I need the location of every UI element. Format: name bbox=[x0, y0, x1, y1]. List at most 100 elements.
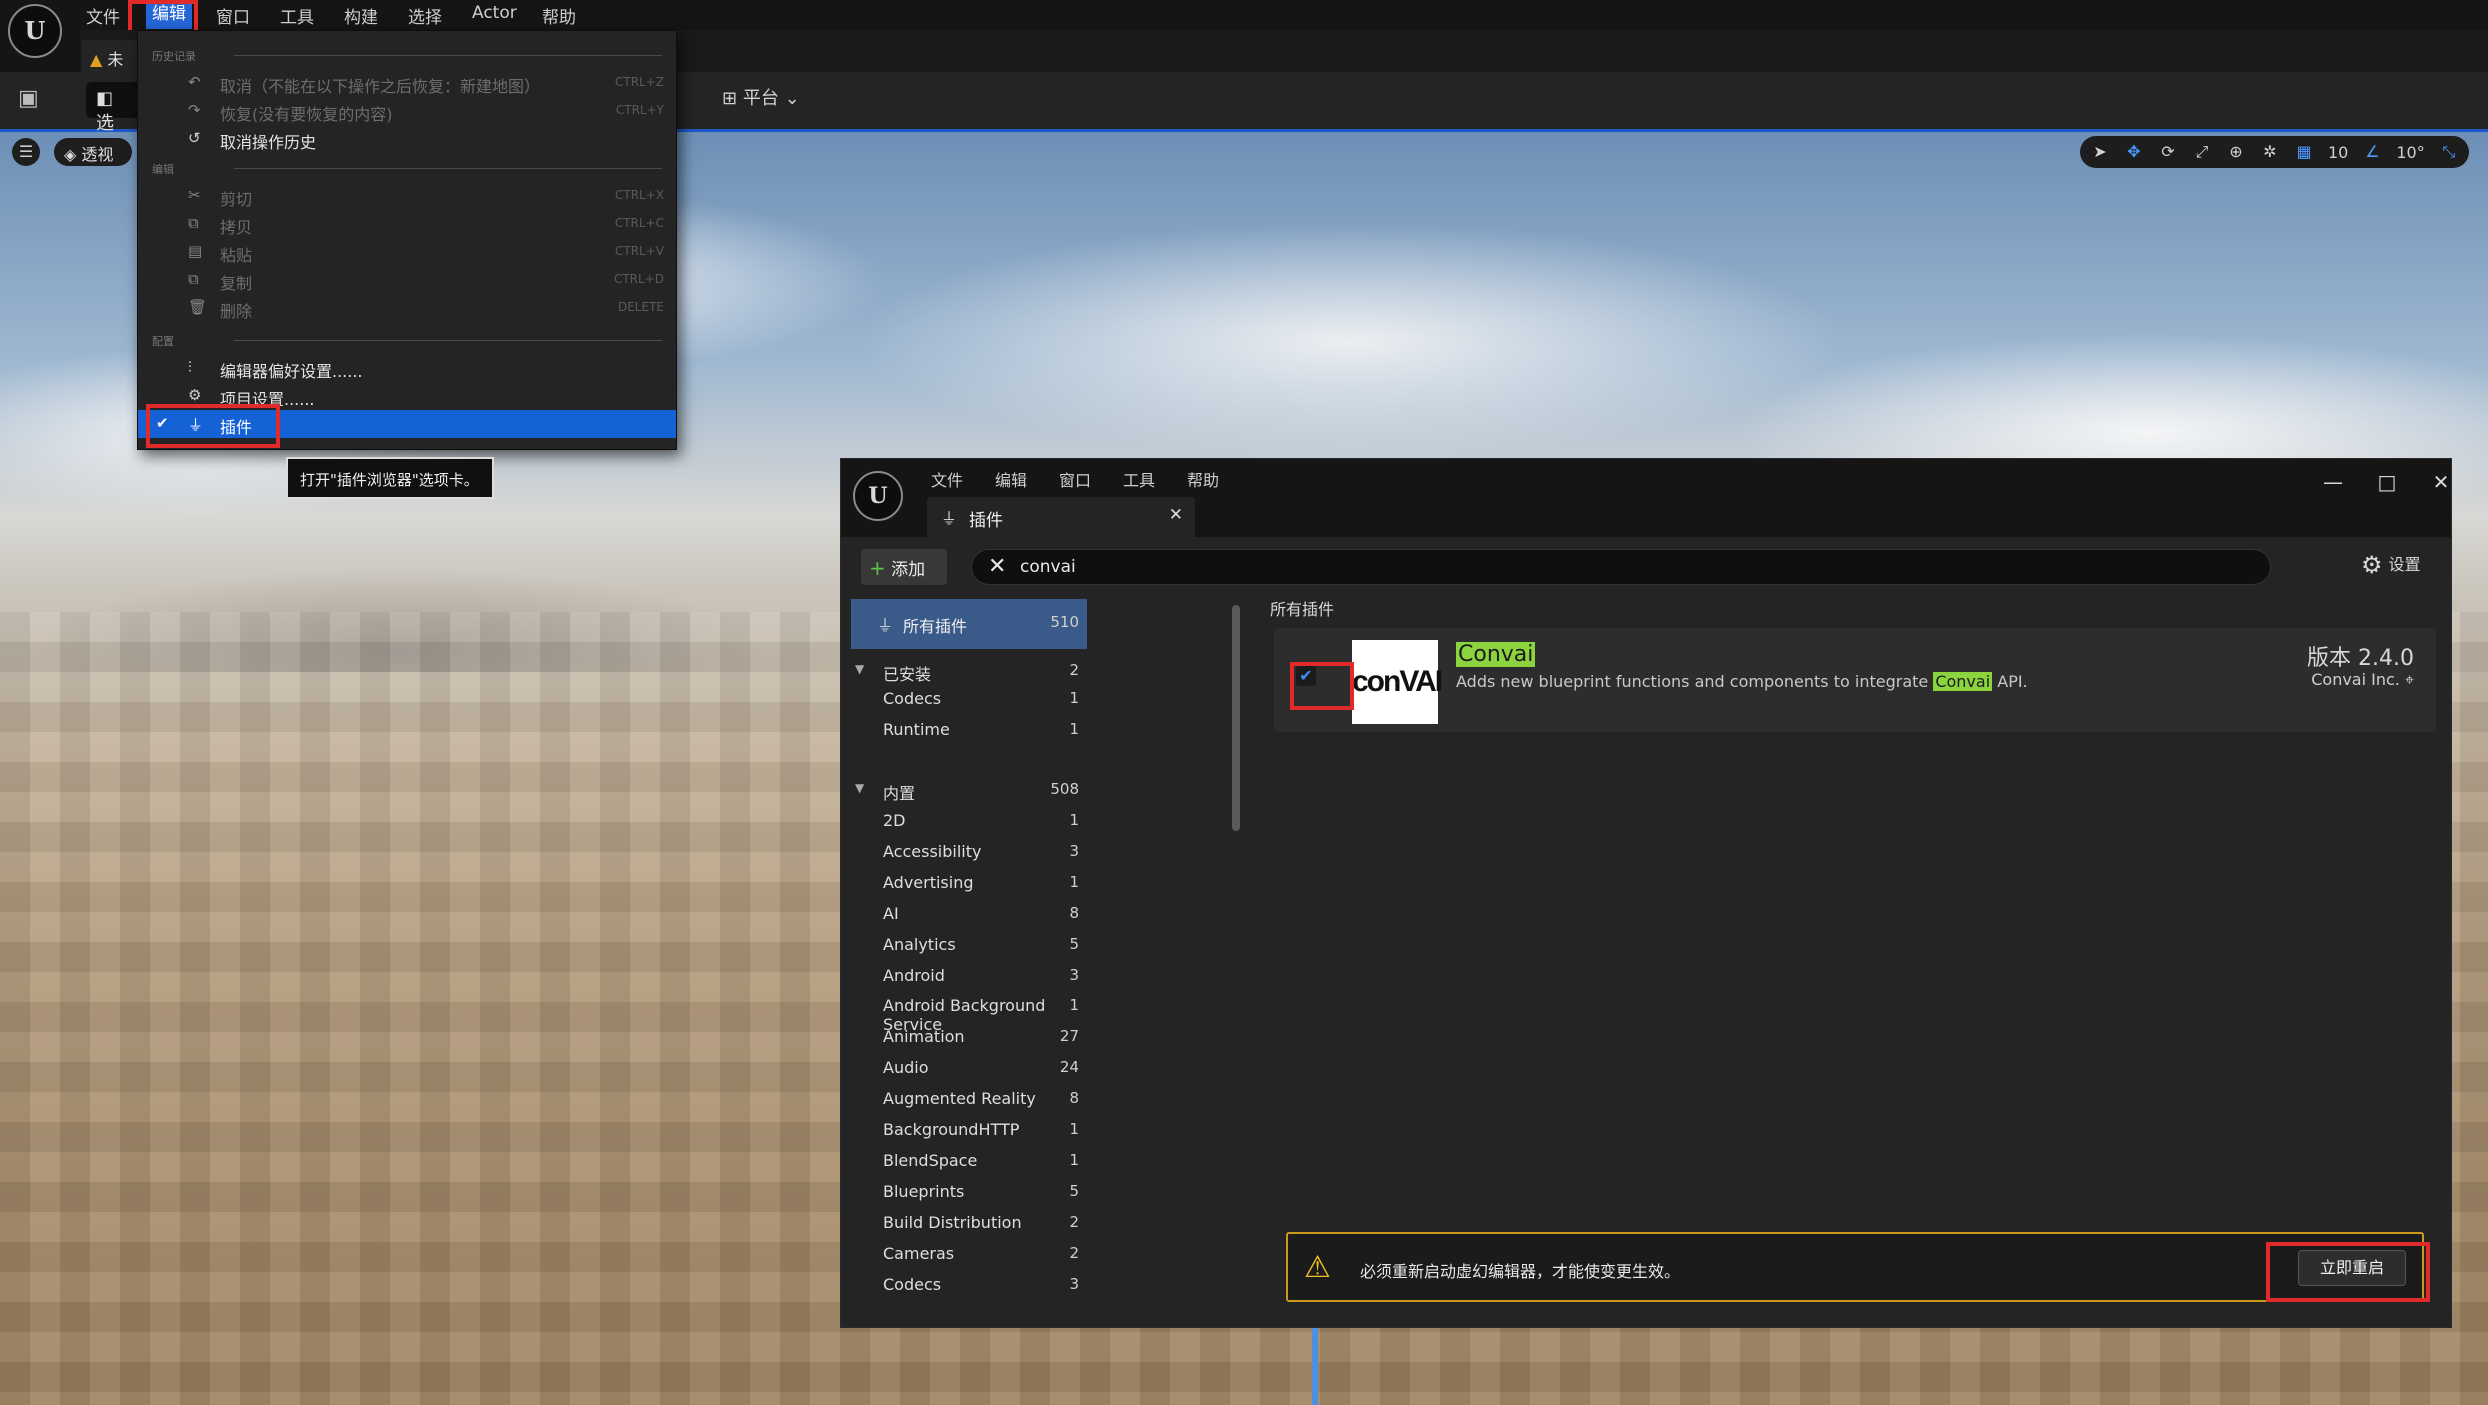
menu-item-editor-preferences[interactable]: ⫶ 编辑器偏好设置...... bbox=[138, 354, 676, 382]
subcategory-label: Android bbox=[883, 965, 945, 985]
menu-tools[interactable]: 工具 bbox=[280, 3, 314, 28]
subcategory-item[interactable]: Animation 27 bbox=[851, 1021, 1087, 1051]
minimize-icon[interactable]: — bbox=[2313, 465, 2353, 499]
subcategory-label: Codecs bbox=[883, 1274, 942, 1294]
pw-menu-help[interactable]: 帮助 bbox=[1187, 467, 1219, 491]
collapse-triangle-icon[interactable]: ▼ bbox=[855, 662, 864, 676]
subcategory-item[interactable]: Runtime 1 bbox=[851, 714, 1087, 744]
divider bbox=[234, 168, 662, 169]
hamburger-menu-icon[interactable]: ☰ bbox=[12, 138, 40, 166]
menu-item-delete[interactable]: 🗑 删除 DELETE bbox=[138, 294, 676, 322]
unreal-logo-icon[interactable]: U bbox=[8, 4, 62, 58]
save-icon[interactable]: ▣ bbox=[18, 86, 46, 114]
plugin-search-input[interactable] bbox=[1020, 554, 2220, 580]
subcategory-label: Advertising bbox=[883, 872, 974, 892]
category-all-plugins[interactable]: ⏚ 所有插件 510 bbox=[851, 599, 1087, 649]
subcategory-item[interactable]: Advertising 1 bbox=[851, 867, 1087, 897]
scale-snap-icon[interactable]: ⤡ bbox=[2439, 142, 2459, 162]
subcategory-item[interactable]: Augmented Reality 8 bbox=[851, 1083, 1087, 1113]
subcategory-item[interactable]: Cameras 2 bbox=[851, 1238, 1087, 1268]
scale-icon[interactable]: ⤢ bbox=[2192, 142, 2212, 162]
subcategory-item[interactable]: BlendSpace 1 bbox=[851, 1145, 1087, 1175]
angle-snap-icon[interactable]: ∠ bbox=[2362, 142, 2382, 162]
category-label: 内置 bbox=[883, 784, 916, 803]
undo-label: 取消（不能在以下操作之后恢复：新建地图） bbox=[220, 77, 541, 96]
link-icon: ⌖ bbox=[2404, 670, 2414, 689]
subcategory-item[interactable]: Audio 24 bbox=[851, 1052, 1087, 1082]
subcategory-count: 27 bbox=[1059, 1027, 1079, 1046]
collapse-triangle-icon[interactable]: ▼ bbox=[855, 781, 864, 795]
menu-item-undo[interactable]: ↶ 取消（不能在以下操作之后恢复：新建地图） CTRL+Z bbox=[138, 69, 676, 97]
subcategory-item[interactable]: Blueprints 5 bbox=[851, 1176, 1087, 1206]
viewport-transform-tools: ➤ ✥ ⟳ ⤢ ⊕ ✲ ▦ 10 ∠ 10° ⤡ bbox=[2080, 136, 2469, 168]
plugin-vendor[interactable]: Convai Inc. ⌖ bbox=[2311, 670, 2414, 690]
pw-menu-file[interactable]: 文件 bbox=[931, 467, 963, 491]
select-arrow-icon[interactable]: ➤ bbox=[2090, 142, 2110, 162]
menu-build[interactable]: 构建 bbox=[344, 3, 378, 28]
sliders-icon: ⫶ bbox=[188, 358, 192, 376]
subcategory-item[interactable]: Android 3 bbox=[851, 960, 1087, 990]
edit-dropdown-menu: 历史记录 ↶ 取消（不能在以下操作之后恢复：新建地图） CTRL+Z ↷ 恢复(… bbox=[137, 30, 677, 450]
settings-button[interactable]: ⚙ 设置 bbox=[2361, 551, 2421, 579]
subcategory-item[interactable]: Codecs 1 bbox=[851, 683, 1087, 713]
plugin-search-box[interactable]: ✕ bbox=[971, 549, 2271, 585]
desc-text-end: API. bbox=[1992, 672, 2028, 691]
subcategory-item[interactable]: Codecs 3 bbox=[851, 1269, 1087, 1299]
grid-snap-value[interactable]: 10 bbox=[2328, 143, 2348, 162]
rotate-icon[interactable]: ⟳ bbox=[2158, 142, 2178, 162]
subcategory-item[interactable]: Android Background Service 1 bbox=[851, 990, 1087, 1034]
pw-menu-edit[interactable]: 编辑 bbox=[995, 467, 1027, 491]
pw-menu-tools[interactable]: 工具 bbox=[1123, 467, 1155, 491]
mode-label: 选 bbox=[96, 113, 114, 134]
menu-item-undo-history[interactable]: ↺ 取消操作历史 bbox=[138, 125, 676, 153]
copy-icon: ⧉ bbox=[188, 214, 199, 232]
menu-item-cut[interactable]: ✂ 剪切 CTRL+X bbox=[138, 182, 676, 210]
platform-button[interactable]: ⊞ 平台 ⌄ bbox=[722, 84, 800, 116]
delete-label: 删除 bbox=[220, 302, 253, 321]
close-icon[interactable]: ✕ bbox=[2421, 465, 2461, 499]
category-count: 510 bbox=[1050, 613, 1079, 631]
subcategory-label: Blueprints bbox=[883, 1181, 965, 1201]
subcategory-item[interactable]: BackgroundHTTP 1 bbox=[851, 1114, 1087, 1144]
subcategory-count: 1 bbox=[1069, 811, 1079, 829]
category-count: 2 bbox=[1069, 661, 1079, 679]
subcategory-item[interactable]: Build Distribution 2 bbox=[851, 1207, 1087, 1237]
menu-item-copy[interactable]: ⧉ 拷贝 CTRL+C bbox=[138, 210, 676, 238]
trash-icon: 🗑 bbox=[188, 298, 208, 316]
perspective-button[interactable]: ◈ 透视 bbox=[54, 138, 132, 166]
menu-actor[interactable]: Actor bbox=[472, 3, 517, 23]
transform-gizmo-axis[interactable] bbox=[1312, 1322, 1318, 1405]
menu-item-redo[interactable]: ↷ 恢复(没有要恢复的内容) CTRL+Y bbox=[138, 97, 676, 125]
category-builtin[interactable]: ▼ 内置 508 bbox=[851, 774, 1087, 804]
grid-snap-icon[interactable]: ▦ bbox=[2294, 142, 2314, 162]
delete-shortcut: DELETE bbox=[617, 300, 664, 314]
menu-file[interactable]: 文件 bbox=[86, 3, 120, 28]
add-plugin-button[interactable]: + 添加 bbox=[861, 549, 947, 585]
category-scrollbar[interactable] bbox=[1232, 605, 1240, 831]
maximize-icon[interactable]: □ bbox=[2367, 465, 2407, 499]
menu-item-paste[interactable]: ▤ 粘贴 CTRL+V bbox=[138, 238, 676, 266]
pw-menu-window[interactable]: 窗口 bbox=[1059, 467, 1091, 491]
world-space-icon[interactable]: ⊕ bbox=[2226, 142, 2246, 162]
menu-window[interactable]: 窗口 bbox=[216, 3, 250, 28]
angle-snap-value[interactable]: 10° bbox=[2396, 143, 2424, 162]
surface-snap-icon[interactable]: ✲ bbox=[2260, 142, 2280, 162]
menu-item-duplicate[interactable]: ⧉ 复制 CTRL+D bbox=[138, 266, 676, 294]
subcategory-item[interactable]: 2D 1 bbox=[851, 805, 1087, 835]
subcategory-label: Augmented Reality bbox=[883, 1089, 1036, 1109]
move-icon[interactable]: ✥ bbox=[2124, 142, 2144, 162]
tab-close-icon[interactable]: ✕ bbox=[1169, 505, 1183, 525]
unreal-logo-icon[interactable]: U bbox=[853, 471, 903, 521]
clear-search-icon[interactable]: ✕ bbox=[988, 554, 1006, 579]
menu-help[interactable]: 帮助 bbox=[542, 3, 576, 28]
level-tab[interactable]: ▲ 未 bbox=[82, 40, 142, 72]
subcategory-item[interactable]: Accessibility 3 bbox=[851, 836, 1087, 866]
subcategory-item[interactable]: Analytics 5 bbox=[851, 929, 1087, 959]
menu-select[interactable]: 选择 bbox=[408, 3, 442, 28]
subcategory-item[interactable]: AI 8 bbox=[851, 898, 1087, 928]
plugin-card-convai[interactable]: ✔ conVAI Convai Adds new blueprint funct… bbox=[1274, 628, 2436, 732]
category-installed[interactable]: ▼ 已安装 2 bbox=[851, 655, 1087, 685]
subcategory-count: 3 bbox=[1069, 965, 1079, 984]
tab-plugins[interactable]: ⏚ 插件 ✕ bbox=[927, 497, 1195, 537]
select-mode-icon: ◧ bbox=[96, 88, 114, 109]
